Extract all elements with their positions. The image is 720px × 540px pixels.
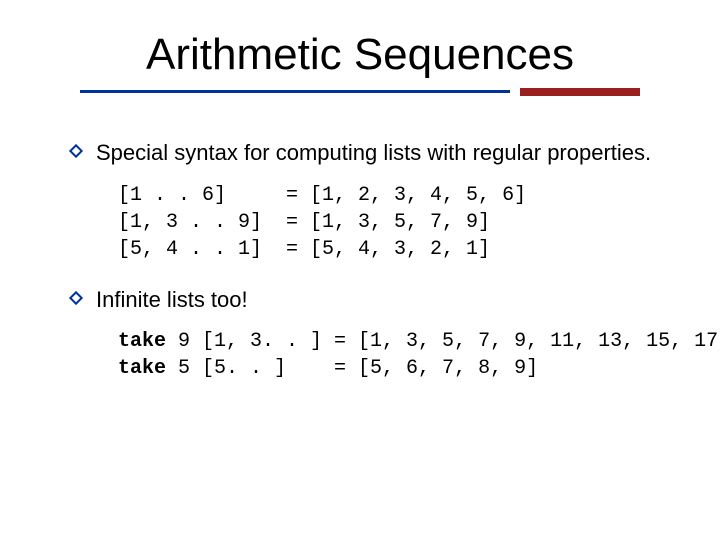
title-wrap: Arithmetic Sequences: [40, 30, 680, 110]
code-line: [1, 3 . . 9] = [1, 3, 5, 7, 9]: [118, 211, 490, 234]
code-keyword: take: [118, 330, 166, 353]
rule-thin: [80, 90, 510, 93]
slide: Arithmetic Sequences Special syntax for …: [0, 0, 720, 540]
code-line: 5 [5. . ] = [5, 6, 7, 8, 9]: [166, 357, 538, 380]
page-title: Arithmetic Sequences: [146, 30, 574, 80]
bullet-2: Infinite lists too!: [68, 285, 680, 315]
code-keyword: take: [118, 357, 166, 380]
rule-thick: [520, 88, 640, 96]
bullet-1-text: Special syntax for computing lists with …: [96, 138, 651, 168]
code-line: 9 [1, 3. . ] = [1, 3, 5, 7, 9, 11, 13, 1…: [166, 330, 720, 353]
diamond-bullet-icon: [68, 143, 84, 159]
code-block-2: take 9 [1, 3. . ] = [1, 3, 5, 7, 9, 11, …: [118, 328, 680, 382]
title-underline: [80, 90, 640, 110]
code-block-1: [1 . . 6] = [1, 2, 3, 4, 5, 6] [1, 3 . .…: [118, 182, 680, 263]
bullet-1: Special syntax for computing lists with …: [68, 138, 680, 168]
diamond-bullet-icon: [68, 290, 84, 306]
code-line: [1 . . 6] = [1, 2, 3, 4, 5, 6]: [118, 184, 526, 207]
bullet-2-text: Infinite lists too!: [96, 285, 248, 315]
code-line: [5, 4 . . 1] = [5, 4, 3, 2, 1]: [118, 238, 490, 261]
